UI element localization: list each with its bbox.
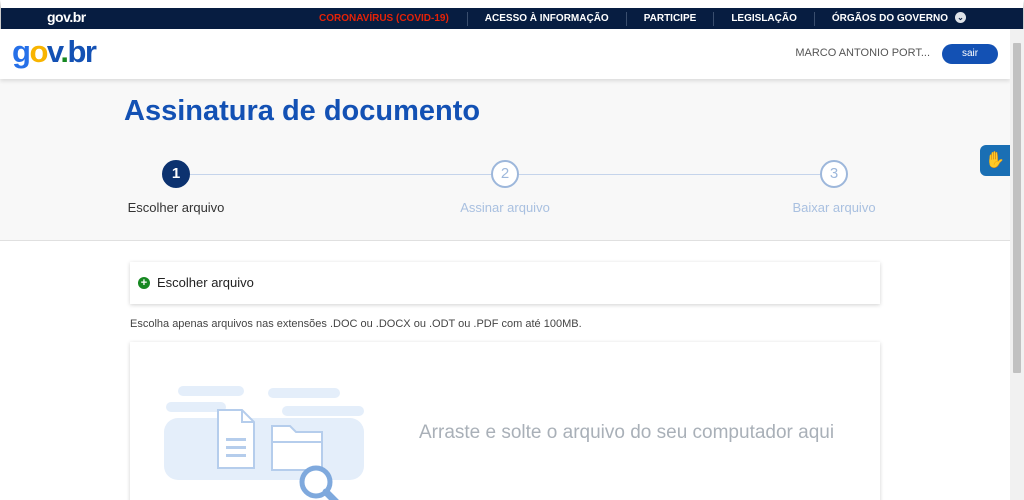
site-header: gov.br MARCO ANTONIO PORT... sair — [0, 29, 1010, 79]
hand-sign-icon[interactable]: ✋ — [980, 145, 1010, 176]
link-legislacao[interactable]: LEGISLAÇÃO — [713, 11, 814, 26]
document-icon — [217, 409, 255, 469]
choose-file-label: Escolher arquivo — [157, 275, 254, 290]
file-drop-zone[interactable]: Arraste e solte o arquivo do seu computa… — [130, 342, 880, 500]
page-title: Assinatura de documento — [124, 95, 481, 127]
logout-button[interactable]: sair — [942, 44, 998, 64]
browser-viewport: gov.br CORONAVÍRUS (COVID-19) ACESSO À I… — [0, 0, 1024, 500]
cloud-shapes — [164, 386, 364, 480]
scrollbar-thumb[interactable] — [1013, 43, 1021, 373]
drop-instruction: Arraste e solte o arquivo do seu computa… — [419, 422, 835, 443]
file-extension-hint: Escolha apenas arquivos nas extensões .D… — [130, 318, 582, 330]
link-coronavirus[interactable]: CORONAVÍRUS (COVID-19) — [302, 12, 467, 26]
folder-icon — [271, 425, 323, 471]
upload-illustration — [164, 386, 364, 500]
gov-top-links: CORONAVÍRUS (COVID-19) ACESSO À INFORMAÇ… — [302, 8, 965, 29]
govbr-logo[interactable]: gov.br — [12, 33, 97, 71]
step-2-circle: 2 — [491, 160, 519, 188]
page-header-section: Assinatura de documento 1 Escolher arqui… — [0, 79, 1010, 241]
link-orgaos-governo[interactable]: ÓRGÃOS DO GOVERNO — [813, 11, 965, 26]
step-3-label: Baixar arquivo — [792, 200, 876, 215]
gov-top-bar: gov.br CORONAVÍRUS (COVID-19) ACESSO À I… — [0, 0, 1024, 29]
link-participe[interactable]: PARTICIPE — [625, 11, 714, 26]
govbr-brand-link[interactable]: gov.br — [47, 9, 86, 25]
step-3-circle: 3 — [820, 160, 848, 188]
choose-file-button[interactable]: + Escolher arquivo — [130, 262, 880, 304]
step-1-label: Escolher arquivo — [127, 200, 225, 215]
chevron-down-icon[interactable]: ⌄ — [955, 12, 966, 23]
user-name: MARCO ANTONIO PORT... — [795, 47, 930, 59]
page-scrollbar[interactable] — [1010, 29, 1024, 500]
step-2-label: Assinar arquivo — [460, 200, 550, 215]
step-1-circle: 1 — [162, 160, 190, 188]
link-acesso-informacao[interactable]: ACESSO À INFORMAÇÃO — [466, 11, 626, 26]
plus-circle-icon: + — [138, 277, 150, 289]
